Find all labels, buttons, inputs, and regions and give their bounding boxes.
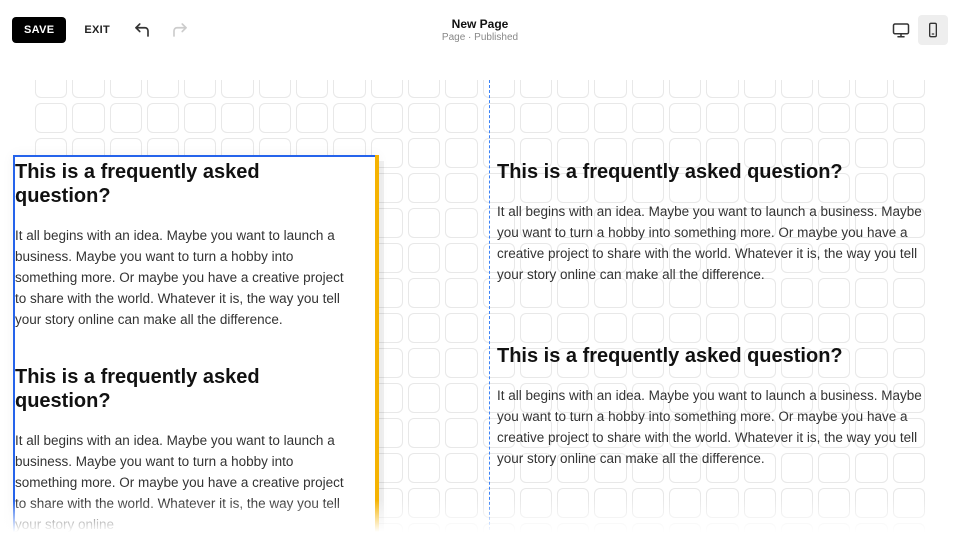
faq-block[interactable]: This is a frequently asked question? It …	[15, 160, 345, 331]
header-right-group	[886, 15, 948, 45]
desktop-icon	[892, 21, 910, 39]
page-title: New Page	[442, 17, 518, 31]
faq-question: This is a frequently asked question?	[497, 160, 937, 184]
center-guide-line	[489, 80, 490, 540]
faq-answer: It all begins with an idea. Maybe you wa…	[497, 202, 937, 286]
exit-button[interactable]: EXIT	[76, 17, 118, 43]
mobile-icon	[925, 22, 941, 38]
faq-block[interactable]: This is a frequently asked question? It …	[15, 365, 345, 536]
faq-answer: It all begins with an idea. Maybe you wa…	[15, 226, 345, 331]
header-center: New Page Page · Published	[442, 17, 518, 43]
desktop-preview-button[interactable]	[886, 15, 916, 45]
faq-block[interactable]: This is a frequently asked question? It …	[497, 344, 937, 470]
faq-question: This is a frequently asked question?	[15, 365, 345, 413]
undo-icon	[133, 21, 151, 39]
faq-answer: It all begins with an idea. Maybe you wa…	[15, 431, 345, 536]
editor-header: SAVE EXIT New Page Page · Published	[0, 0, 960, 60]
editor-canvas[interactable]: This is a frequently asked question? It …	[0, 60, 960, 540]
save-button[interactable]: SAVE	[12, 17, 66, 43]
faq-question: This is a frequently asked question?	[15, 160, 345, 208]
faq-question: This is a frequently asked question?	[497, 344, 937, 368]
mobile-preview-button[interactable]	[918, 15, 948, 45]
redo-button[interactable]	[166, 16, 194, 44]
resize-handle-right[interactable]	[375, 155, 379, 540]
redo-icon	[171, 21, 189, 39]
faq-answer: It all begins with an idea. Maybe you wa…	[497, 386, 937, 470]
device-toggle	[886, 15, 948, 45]
page-status: Page · Published	[442, 32, 518, 43]
faq-block[interactable]: This is a frequently asked question? It …	[497, 160, 937, 286]
header-left-group: SAVE EXIT	[12, 16, 194, 44]
undo-button[interactable]	[128, 16, 156, 44]
